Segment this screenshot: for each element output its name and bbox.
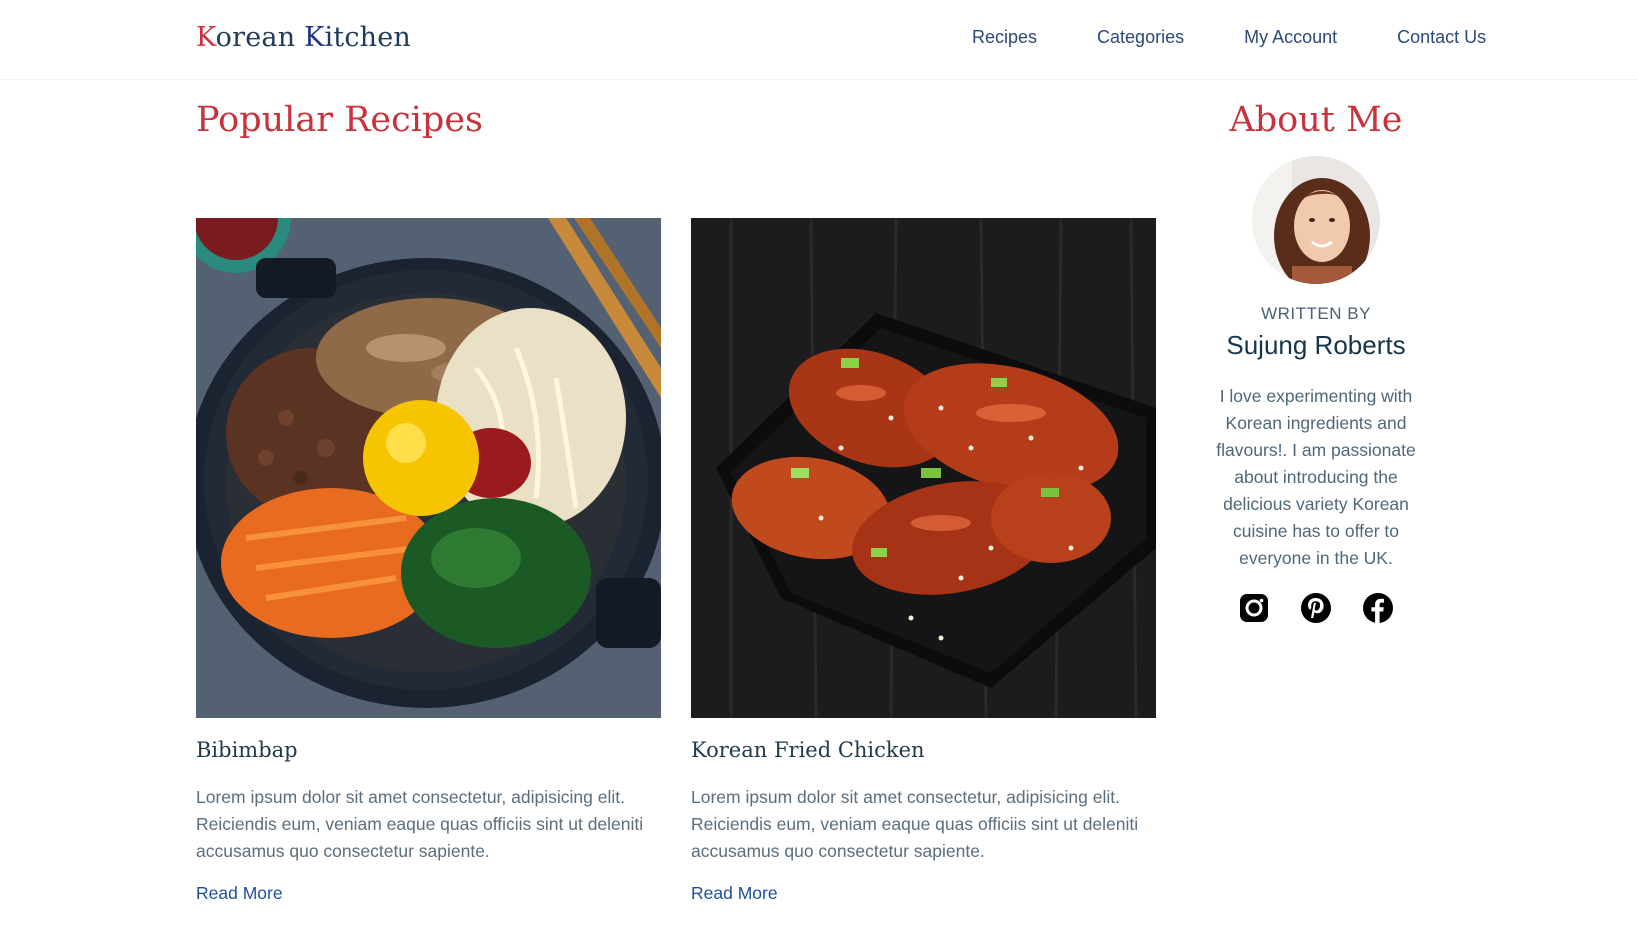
nav-categories[interactable]: Categories	[1097, 27, 1184, 48]
facebook-icon[interactable]	[1362, 592, 1394, 624]
logo-letter-k2: K	[304, 22, 325, 53]
about-heading: About Me	[1229, 100, 1403, 140]
author-name: Sujung Roberts	[1226, 330, 1406, 360]
about-sidebar: About Me WRITTEN BY Sujung Roberts I lov…	[1196, 100, 1436, 624]
site-header: Korean Kitchen Recipes Categories My Acc…	[0, 0, 1638, 80]
main-nav: Recipes Categories My Account Contact Us	[972, 27, 1486, 48]
recipe-card: Korean Fried Chicken Lorem ipsum dolor s…	[691, 218, 1156, 904]
logo-text-korean: orean	[215, 22, 305, 53]
pinterest-icon[interactable]	[1300, 592, 1332, 624]
recipe-title[interactable]: Bibimbap	[196, 738, 661, 762]
recipe-description: Lorem ipsum dolor sit amet consectetur, …	[691, 787, 1139, 861]
fried-chicken-photo[interactable]	[691, 218, 1156, 718]
site-logo[interactable]: Korean Kitchen	[196, 22, 411, 53]
read-more-link[interactable]: Read More	[691, 883, 778, 904]
written-by-label: WRITTEN BY	[1261, 304, 1371, 323]
author-bio: I love experimenting with Korean ingredi…	[1216, 386, 1416, 568]
author-avatar	[1252, 156, 1380, 284]
logo-letter-k: K	[196, 22, 216, 53]
logo-text-kitchen: itchen	[324, 22, 412, 53]
nav-contact-us[interactable]: Contact Us	[1397, 27, 1486, 48]
nav-recipes[interactable]: Recipes	[972, 27, 1037, 48]
nav-my-account[interactable]: My Account	[1244, 27, 1337, 48]
read-more-link[interactable]: Read More	[196, 883, 283, 904]
recipe-description: Lorem ipsum dolor sit amet consectetur, …	[196, 787, 644, 861]
bibimbap-photo[interactable]	[196, 218, 661, 718]
recipe-title[interactable]: Korean Fried Chicken	[691, 738, 1156, 762]
section-title: Popular Recipes	[196, 100, 484, 140]
social-links	[1196, 592, 1436, 624]
instagram-icon[interactable]	[1238, 592, 1270, 624]
recipe-card: Bibimbap Lorem ipsum dolor sit amet cons…	[196, 218, 661, 904]
